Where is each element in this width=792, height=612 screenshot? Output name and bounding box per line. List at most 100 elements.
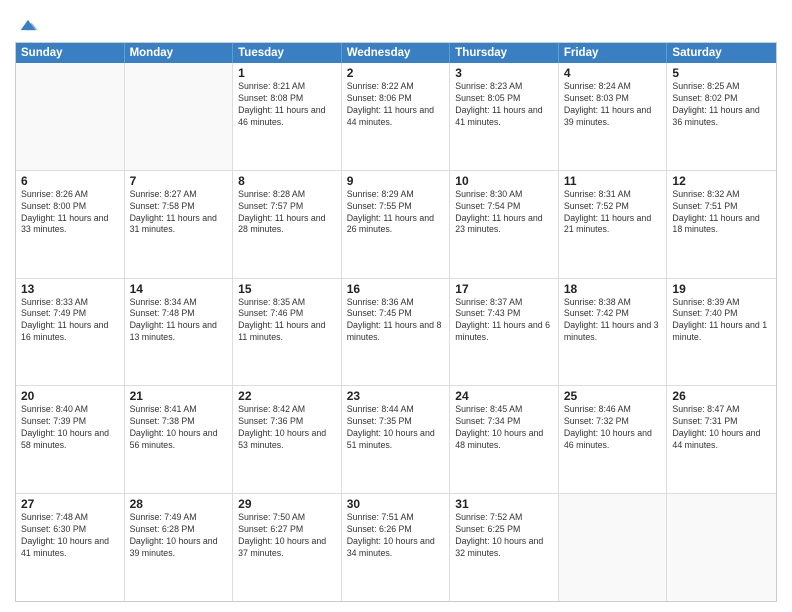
cell-info: Sunrise: 7:52 AMSunset: 6:25 PMDaylight:… xyxy=(455,512,553,560)
day-number: 2 xyxy=(347,66,445,80)
calendar-cell: 13Sunrise: 8:33 AMSunset: 7:49 PMDayligh… xyxy=(16,279,125,386)
calendar-cell: 27Sunrise: 7:48 AMSunset: 6:30 PMDayligh… xyxy=(16,494,125,601)
day-number: 10 xyxy=(455,174,553,188)
calendar-cell: 24Sunrise: 8:45 AMSunset: 7:34 PMDayligh… xyxy=(450,386,559,493)
page: SundayMondayTuesdayWednesdayThursdayFrid… xyxy=(0,0,792,612)
cell-info: Sunrise: 8:35 AMSunset: 7:46 PMDaylight:… xyxy=(238,297,336,345)
calendar-cell: 30Sunrise: 7:51 AMSunset: 6:26 PMDayligh… xyxy=(342,494,451,601)
day-number: 3 xyxy=(455,66,553,80)
calendar-cell: 25Sunrise: 8:46 AMSunset: 7:32 PMDayligh… xyxy=(559,386,668,493)
day-number: 1 xyxy=(238,66,336,80)
day-number: 27 xyxy=(21,497,119,511)
header-day-monday: Monday xyxy=(125,43,234,63)
day-number: 21 xyxy=(130,389,228,403)
calendar-cell: 8Sunrise: 8:28 AMSunset: 7:57 PMDaylight… xyxy=(233,171,342,278)
cell-info: Sunrise: 8:21 AMSunset: 8:08 PMDaylight:… xyxy=(238,81,336,129)
calendar-cell: 18Sunrise: 8:38 AMSunset: 7:42 PMDayligh… xyxy=(559,279,668,386)
cell-info: Sunrise: 8:24 AMSunset: 8:03 PMDaylight:… xyxy=(564,81,662,129)
calendar-row-5: 27Sunrise: 7:48 AMSunset: 6:30 PMDayligh… xyxy=(16,494,776,601)
day-number: 17 xyxy=(455,282,553,296)
day-number: 26 xyxy=(672,389,771,403)
calendar-cell: 31Sunrise: 7:52 AMSunset: 6:25 PMDayligh… xyxy=(450,494,559,601)
cell-info: Sunrise: 8:27 AMSunset: 7:58 PMDaylight:… xyxy=(130,189,228,237)
day-number: 8 xyxy=(238,174,336,188)
day-number: 7 xyxy=(130,174,228,188)
day-number: 11 xyxy=(564,174,662,188)
logo xyxy=(15,14,39,36)
calendar-cell: 21Sunrise: 8:41 AMSunset: 7:38 PMDayligh… xyxy=(125,386,234,493)
calendar-cell: 16Sunrise: 8:36 AMSunset: 7:45 PMDayligh… xyxy=(342,279,451,386)
cell-info: Sunrise: 8:36 AMSunset: 7:45 PMDaylight:… xyxy=(347,297,445,345)
cell-info: Sunrise: 8:30 AMSunset: 7:54 PMDaylight:… xyxy=(455,189,553,237)
day-number: 23 xyxy=(347,389,445,403)
calendar-cell: 15Sunrise: 8:35 AMSunset: 7:46 PMDayligh… xyxy=(233,279,342,386)
cell-info: Sunrise: 8:28 AMSunset: 7:57 PMDaylight:… xyxy=(238,189,336,237)
cell-info: Sunrise: 8:31 AMSunset: 7:52 PMDaylight:… xyxy=(564,189,662,237)
cell-info: Sunrise: 8:37 AMSunset: 7:43 PMDaylight:… xyxy=(455,297,553,345)
cell-info: Sunrise: 8:23 AMSunset: 8:05 PMDaylight:… xyxy=(455,81,553,129)
calendar-cell: 26Sunrise: 8:47 AMSunset: 7:31 PMDayligh… xyxy=(667,386,776,493)
day-number: 12 xyxy=(672,174,771,188)
calendar-row-3: 13Sunrise: 8:33 AMSunset: 7:49 PMDayligh… xyxy=(16,279,776,387)
cell-info: Sunrise: 7:49 AMSunset: 6:28 PMDaylight:… xyxy=(130,512,228,560)
day-number: 22 xyxy=(238,389,336,403)
calendar-cell: 3Sunrise: 8:23 AMSunset: 8:05 PMDaylight… xyxy=(450,63,559,170)
calendar-header: SundayMondayTuesdayWednesdayThursdayFrid… xyxy=(16,43,776,63)
calendar-cell xyxy=(559,494,668,601)
cell-info: Sunrise: 8:33 AMSunset: 7:49 PMDaylight:… xyxy=(21,297,119,345)
header-day-saturday: Saturday xyxy=(667,43,776,63)
day-number: 15 xyxy=(238,282,336,296)
cell-info: Sunrise: 8:39 AMSunset: 7:40 PMDaylight:… xyxy=(672,297,771,345)
calendar-cell: 14Sunrise: 8:34 AMSunset: 7:48 PMDayligh… xyxy=(125,279,234,386)
calendar-row-4: 20Sunrise: 8:40 AMSunset: 7:39 PMDayligh… xyxy=(16,386,776,494)
cell-info: Sunrise: 8:42 AMSunset: 7:36 PMDaylight:… xyxy=(238,404,336,452)
cell-info: Sunrise: 8:47 AMSunset: 7:31 PMDaylight:… xyxy=(672,404,771,452)
calendar-cell: 20Sunrise: 8:40 AMSunset: 7:39 PMDayligh… xyxy=(16,386,125,493)
day-number: 24 xyxy=(455,389,553,403)
header-day-friday: Friday xyxy=(559,43,668,63)
header-day-tuesday: Tuesday xyxy=(233,43,342,63)
day-number: 18 xyxy=(564,282,662,296)
calendar-cell: 12Sunrise: 8:32 AMSunset: 7:51 PMDayligh… xyxy=(667,171,776,278)
calendar-cell: 1Sunrise: 8:21 AMSunset: 8:08 PMDaylight… xyxy=(233,63,342,170)
cell-info: Sunrise: 8:40 AMSunset: 7:39 PMDaylight:… xyxy=(21,404,119,452)
calendar-cell: 22Sunrise: 8:42 AMSunset: 7:36 PMDayligh… xyxy=(233,386,342,493)
day-number: 13 xyxy=(21,282,119,296)
header-day-sunday: Sunday xyxy=(16,43,125,63)
day-number: 14 xyxy=(130,282,228,296)
header-day-wednesday: Wednesday xyxy=(342,43,451,63)
day-number: 4 xyxy=(564,66,662,80)
calendar-row-2: 6Sunrise: 8:26 AMSunset: 8:00 PMDaylight… xyxy=(16,171,776,279)
calendar-body: 1Sunrise: 8:21 AMSunset: 8:08 PMDaylight… xyxy=(16,63,776,601)
cell-info: Sunrise: 7:51 AMSunset: 6:26 PMDaylight:… xyxy=(347,512,445,560)
cell-info: Sunrise: 8:32 AMSunset: 7:51 PMDaylight:… xyxy=(672,189,771,237)
calendar-cell: 5Sunrise: 8:25 AMSunset: 8:02 PMDaylight… xyxy=(667,63,776,170)
day-number: 9 xyxy=(347,174,445,188)
cell-info: Sunrise: 7:48 AMSunset: 6:30 PMDaylight:… xyxy=(21,512,119,560)
day-number: 16 xyxy=(347,282,445,296)
day-number: 20 xyxy=(21,389,119,403)
cell-info: Sunrise: 8:41 AMSunset: 7:38 PMDaylight:… xyxy=(130,404,228,452)
calendar-cell: 4Sunrise: 8:24 AMSunset: 8:03 PMDaylight… xyxy=(559,63,668,170)
header-day-thursday: Thursday xyxy=(450,43,559,63)
cell-info: Sunrise: 8:46 AMSunset: 7:32 PMDaylight:… xyxy=(564,404,662,452)
day-number: 19 xyxy=(672,282,771,296)
header xyxy=(15,10,777,36)
cell-info: Sunrise: 8:25 AMSunset: 8:02 PMDaylight:… xyxy=(672,81,771,129)
calendar-cell xyxy=(667,494,776,601)
cell-info: Sunrise: 8:45 AMSunset: 7:34 PMDaylight:… xyxy=(455,404,553,452)
logo-icon xyxy=(17,14,39,36)
day-number: 28 xyxy=(130,497,228,511)
calendar-cell: 23Sunrise: 8:44 AMSunset: 7:35 PMDayligh… xyxy=(342,386,451,493)
calendar-cell: 11Sunrise: 8:31 AMSunset: 7:52 PMDayligh… xyxy=(559,171,668,278)
cell-info: Sunrise: 8:22 AMSunset: 8:06 PMDaylight:… xyxy=(347,81,445,129)
day-number: 29 xyxy=(238,497,336,511)
calendar-cell xyxy=(16,63,125,170)
calendar: SundayMondayTuesdayWednesdayThursdayFrid… xyxy=(15,42,777,602)
day-number: 5 xyxy=(672,66,771,80)
cell-info: Sunrise: 8:29 AMSunset: 7:55 PMDaylight:… xyxy=(347,189,445,237)
day-number: 31 xyxy=(455,497,553,511)
day-number: 25 xyxy=(564,389,662,403)
calendar-cell xyxy=(125,63,234,170)
cell-info: Sunrise: 7:50 AMSunset: 6:27 PMDaylight:… xyxy=(238,512,336,560)
